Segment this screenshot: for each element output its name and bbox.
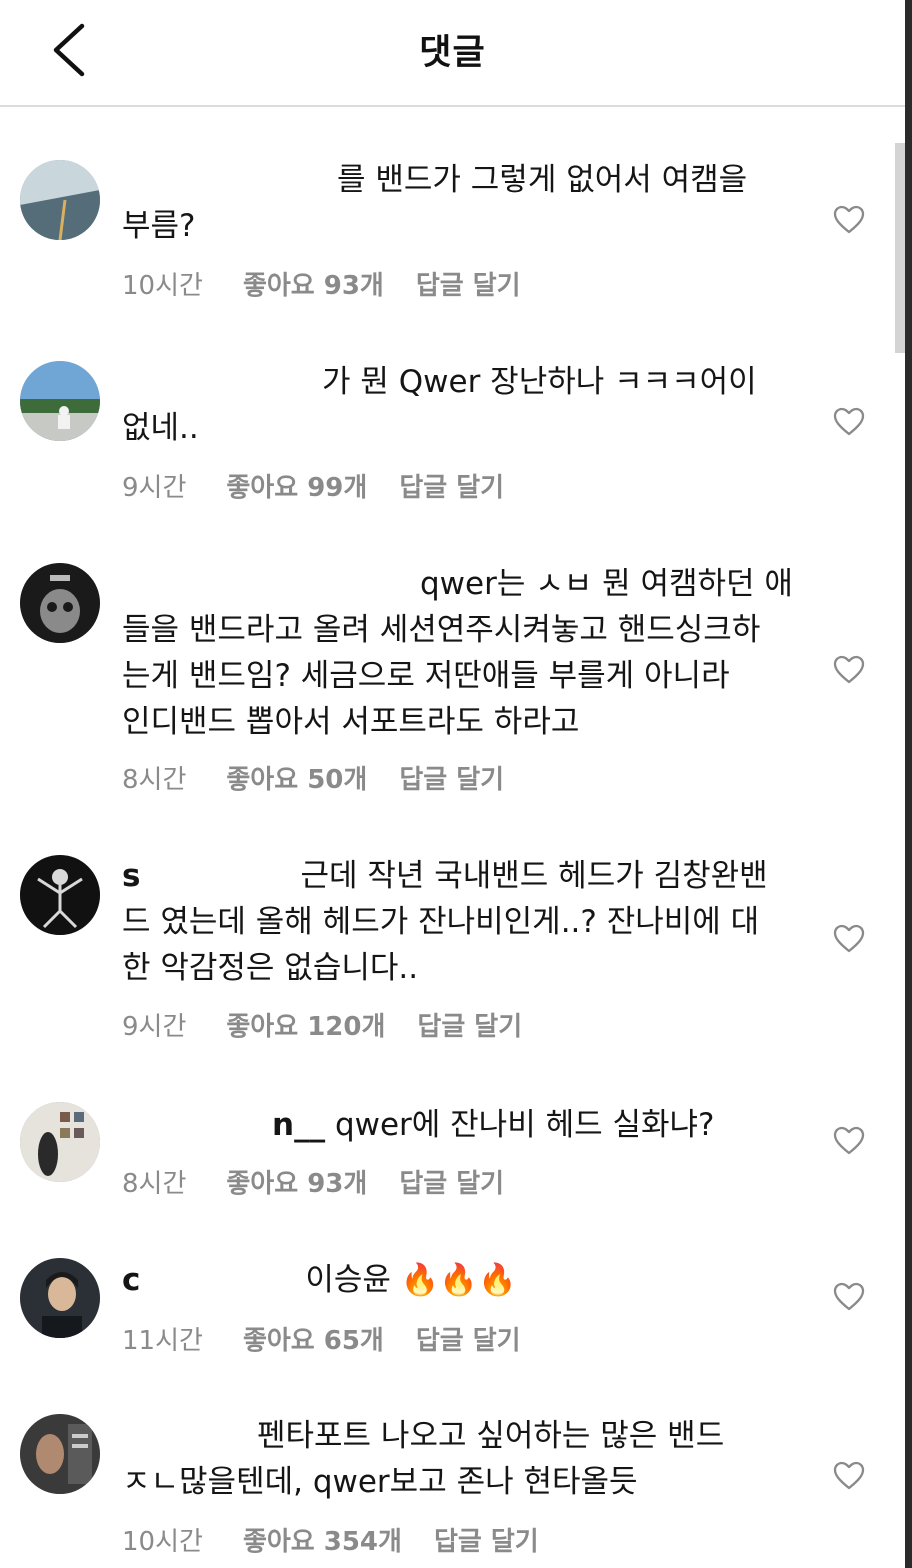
comment-meta: 10시간 좋아요 354개 답글 달기 — [122, 1521, 539, 1558]
avatar[interactable] — [20, 361, 100, 441]
likes-count[interactable]: 좋아요 120개 — [226, 1006, 385, 1043]
avatar[interactable] — [20, 1414, 100, 1494]
like-button[interactable] — [833, 655, 865, 685]
comment-time: 9시간 — [122, 1012, 187, 1042]
reply-button[interactable]: 답글 달기 — [417, 1006, 522, 1043]
comment-meta: 11시간 좋아요 65개 답글 달기 — [122, 1320, 521, 1357]
comment-time: 10시간 — [122, 271, 203, 301]
like-button[interactable] — [833, 1126, 865, 1156]
likes-count[interactable]: 좋아요 50개 — [226, 759, 367, 796]
comment-username[interactable]: s — [122, 858, 140, 894]
avatar[interactable] — [20, 160, 100, 240]
comment-time: 8시간 — [122, 765, 187, 795]
likes-count[interactable]: 좋아요 93개 — [243, 265, 384, 302]
page-title: 댓글 — [419, 33, 486, 73]
comment-username[interactable]: c — [122, 1262, 140, 1298]
likes-count[interactable]: 좋아요 65개 — [243, 1320, 384, 1357]
heart-icon — [833, 1282, 865, 1311]
heart-icon — [833, 407, 865, 436]
like-button[interactable] — [833, 924, 865, 954]
comment-text: n__ qwer에 잔나비 헤드 실화냐? — [272, 1107, 715, 1143]
reply-button[interactable]: 답글 달기 — [416, 265, 521, 302]
comment-text: qwer는 ㅅㅂ 뭔 여캠하던 애 들을 밴드라고 올려 세션연주시켜놓고 핸드… — [122, 566, 793, 740]
heart-icon — [833, 1126, 865, 1155]
comment-meta: 9시간 좋아요 99개 답글 달기 — [122, 467, 504, 504]
avatar[interactable] — [20, 855, 100, 935]
heart-icon — [833, 655, 865, 684]
avatar[interactable] — [20, 1258, 100, 1338]
comment-meta: 9시간 좋아요 120개 답글 달기 — [122, 1006, 522, 1043]
comment-meta: 8시간 좋아요 93개 답글 달기 — [122, 1163, 504, 1200]
like-button[interactable] — [833, 1282, 865, 1312]
likes-count[interactable]: 좋아요 99개 — [226, 467, 367, 504]
screen-edge — [905, 0, 912, 1568]
top-bar: 댓글 — [0, 0, 905, 107]
comment-username[interactable]: n__ — [272, 1107, 325, 1143]
likes-count[interactable]: 좋아요 354개 — [243, 1521, 402, 1558]
comment-text: 펜타포트 나오고 싶어하는 많은 밴드 ㅈㄴ많을텐데, qwer보고 존나 현타… — [122, 1418, 725, 1500]
like-button[interactable] — [833, 1461, 865, 1491]
comment-time: 10시간 — [122, 1527, 203, 1557]
like-button[interactable] — [833, 407, 865, 437]
reply-button[interactable]: 답글 달기 — [399, 467, 504, 504]
heart-icon — [833, 205, 865, 234]
comment-text: s 근데 작년 국내밴드 헤드가 김창완밴 드 였는데 올해 헤드가 잔나비인게.… — [122, 858, 768, 986]
avatar[interactable] — [20, 1102, 100, 1182]
comment-time: 11시간 — [122, 1326, 203, 1356]
comment-meta: 8시간 좋아요 50개 답글 달기 — [122, 759, 504, 796]
avatar[interactable] — [20, 563, 100, 643]
reply-button[interactable]: 답글 달기 — [399, 759, 504, 796]
comment-meta: 10시간 좋아요 93개 답글 달기 — [122, 265, 521, 302]
heart-icon — [833, 1461, 865, 1490]
comment-time: 8시간 — [122, 1169, 187, 1199]
comment-text: 를 밴드가 그렇게 없어서 여캠을 부름? — [122, 162, 748, 244]
likes-count[interactable]: 좋아요 93개 — [226, 1163, 367, 1200]
heart-icon — [833, 924, 865, 953]
like-button[interactable] — [833, 205, 865, 235]
comment-time: 9시간 — [122, 473, 187, 503]
comment-text: 가 뭔 Qwer 장난하나 ㅋㅋㅋ어이 없네.. — [122, 364, 757, 446]
reply-button[interactable]: 답글 달기 — [399, 1163, 504, 1200]
comment-text: c 이승윤 🔥🔥🔥 — [122, 1262, 517, 1298]
scrollbar-thumb[interactable] — [895, 143, 905, 353]
reply-button[interactable]: 답글 달기 — [416, 1320, 521, 1357]
reply-button[interactable]: 답글 달기 — [434, 1521, 539, 1558]
